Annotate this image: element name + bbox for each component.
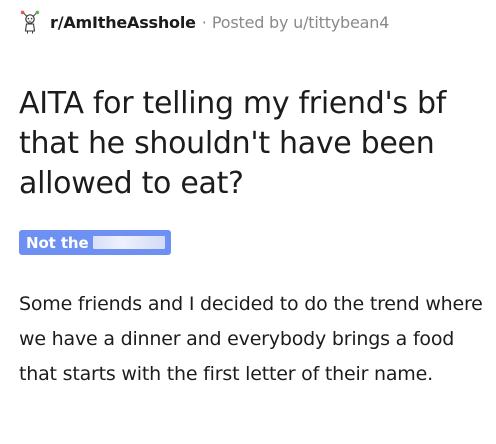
post-header: r/AmItheAsshole · Posted by u/tittybean4 — [19, 9, 389, 35]
post-body: Some friends and I decided to do the tre… — [19, 293, 483, 385]
subreddit-link[interactable]: r/AmItheAsshole — [50, 13, 196, 32]
flair-redacted-text — [92, 236, 165, 249]
flair-label: Not the — [26, 233, 89, 252]
aita-mascot-icon[interactable] — [19, 10, 41, 34]
posted-by-author[interactable]: Posted by u/tittybean4 — [212, 13, 389, 32]
header-separator: · — [201, 12, 207, 32]
post-flair[interactable]: Not the — [19, 230, 171, 255]
post-title[interactable]: AITA for telling my friend's bf that he … — [19, 84, 489, 204]
reddit-post: r/AmItheAsshole · Posted by u/tittybean4… — [0, 0, 496, 444]
